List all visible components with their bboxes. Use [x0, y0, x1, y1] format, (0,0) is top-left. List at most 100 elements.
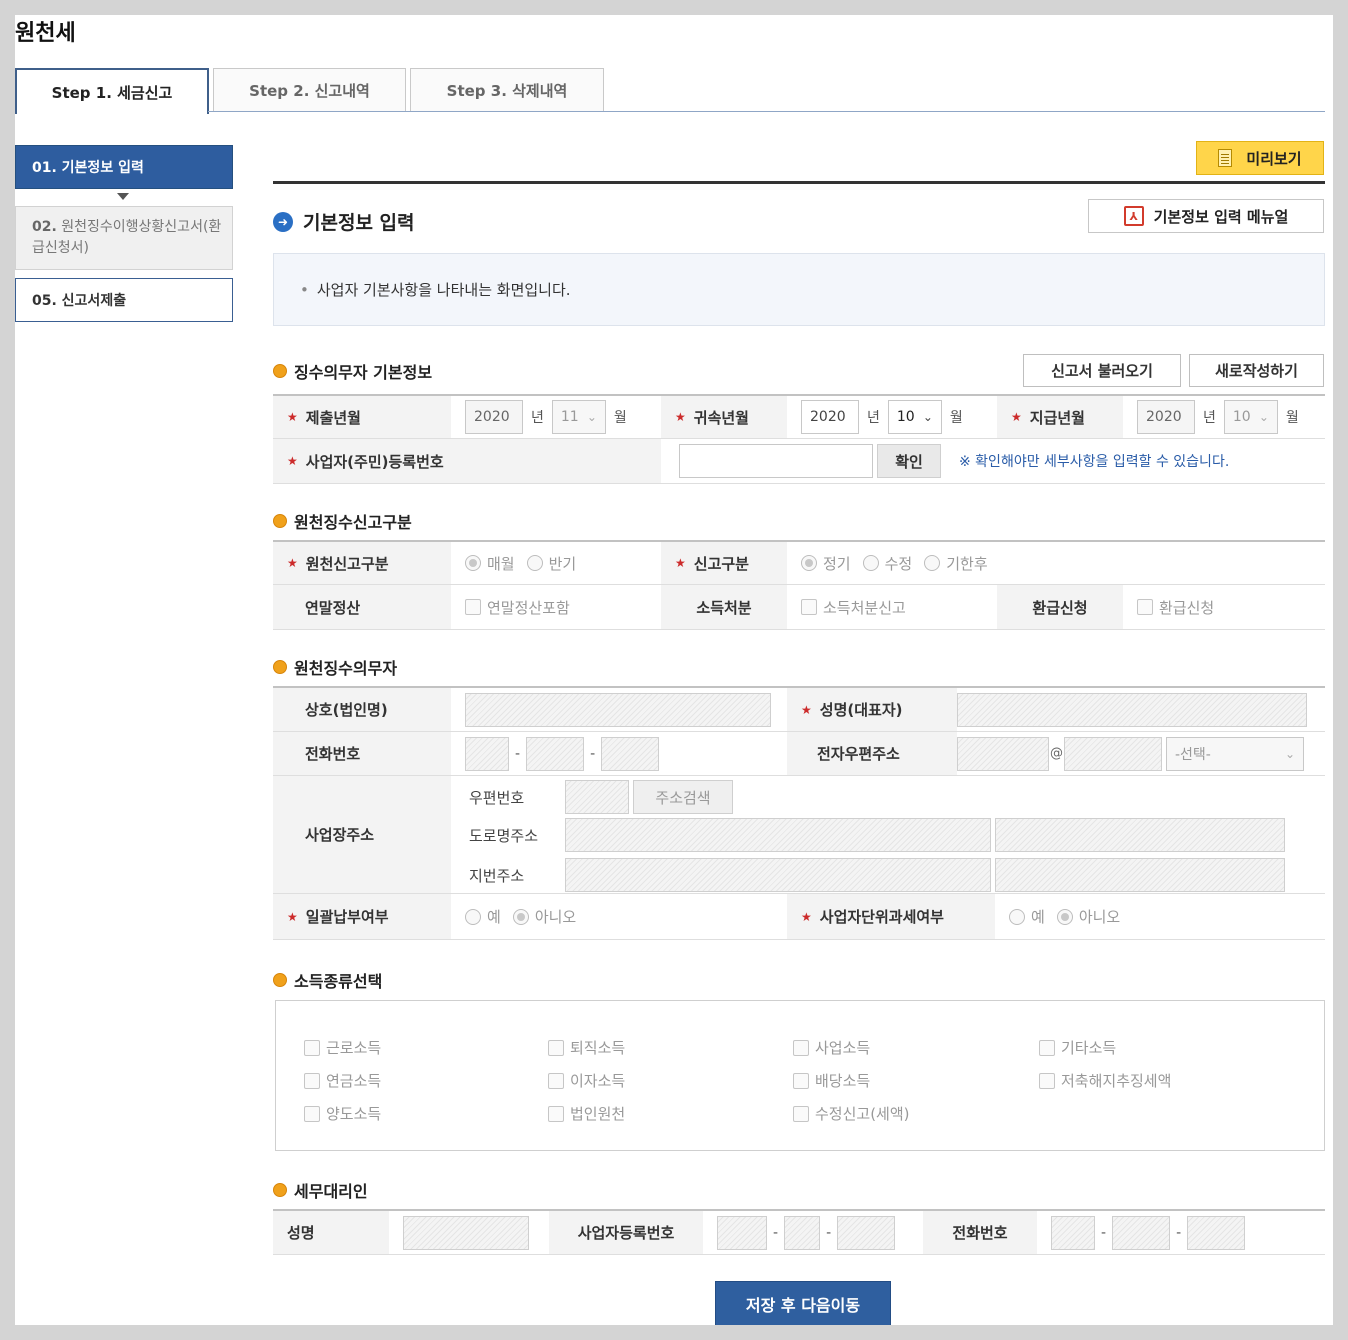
tax-agent-title-text: 세무대리인 [294, 1182, 368, 1201]
lot-addr1-input[interactable] [565, 858, 991, 892]
regular-radio[interactable]: 정기 [801, 553, 851, 574]
checkbox-icon [548, 1072, 564, 1089]
attrib-year-input[interactable]: 2020 [801, 400, 859, 434]
refund-checkbox[interactable]: 환급신청 [1137, 597, 1214, 618]
income-savings-checkbox[interactable]: 저축해지추징세액 [1039, 1070, 1171, 1091]
income-corporate-checkbox[interactable]: 법인원천 [548, 1103, 625, 1124]
step-basic-info[interactable]: 01. 기본정보 입력 [15, 145, 233, 189]
income-pension-checkbox[interactable]: 연금소득 [304, 1070, 381, 1091]
report-type-field: 매월 반기 [465, 542, 661, 584]
phone-part3-input[interactable] [601, 736, 660, 771]
lot-label: 지번주소 [469, 866, 525, 885]
unit-tax-label: ★ 사업자단위과세여부 [787, 894, 995, 939]
road-addr2-input[interactable] [995, 818, 1285, 852]
pay-label: ★ 지급년월 [997, 396, 1123, 438]
email-id-input[interactable] [957, 736, 1049, 771]
step-withholding-report[interactable]: 02. 원천징수이행상황신고서(환급신청서) [15, 206, 233, 270]
bizno-part1-input[interactable] [717, 1215, 767, 1250]
radio-icon [465, 908, 481, 925]
tax-agent-name-label: 성명 [273, 1211, 389, 1254]
road-label: 도로명주소 [469, 826, 539, 845]
report-kind-field: 정기 수정 기한후 [801, 542, 1201, 584]
agent-table: 상호(법인명) ★ 성명(대표자) 전화번호 - - 전자우편주소 @ -선택-… [273, 686, 1325, 942]
phone-part1-input[interactable] [465, 736, 509, 771]
agent-phone-part2-input[interactable] [1112, 1215, 1171, 1250]
manual-button[interactable]: ⅄ 기본정보 입력 메뉴얼 [1088, 199, 1324, 233]
income-dividend-checkbox[interactable]: 배당소득 [793, 1070, 870, 1091]
save-next-button[interactable]: 저장 후 다음이동 [715, 1281, 891, 1325]
zip-input[interactable] [565, 780, 629, 814]
agent-title-text: 원천징수의무자 [294, 659, 398, 678]
submit-year-input[interactable]: 2020 [465, 400, 523, 434]
rep-label: ★ 성명(대표자) [787, 688, 957, 731]
email-domain-select[interactable]: -선택- ⌄ [1166, 736, 1304, 771]
income-interest-checkbox[interactable]: 이자소득 [548, 1070, 625, 1091]
tax-agent-row: 성명 사업자등록번호 - - 전화번호 - - [273, 1211, 1325, 1255]
bulk-pay-label: ★ 일괄납부여부 [273, 894, 451, 939]
bulk-no-radio[interactable]: 아니오 [512, 906, 576, 927]
bizno-part3-input[interactable] [837, 1215, 896, 1250]
phone-part2-input[interactable] [526, 736, 585, 771]
step-arrow-icon [117, 193, 129, 200]
checkbox-icon [793, 1105, 809, 1122]
income-other-checkbox[interactable]: 기타소득 [1039, 1037, 1116, 1058]
load-report-button[interactable]: 신고서 불러오기 [1023, 354, 1181, 387]
income-amended-checkbox[interactable]: 수정신고(세액) [793, 1103, 910, 1124]
income-business-checkbox[interactable]: 사업소득 [793, 1037, 870, 1058]
checkbox-icon [304, 1072, 320, 1089]
tax-agent-title: 세무대리인 [273, 1178, 368, 1202]
income-labor-checkbox[interactable]: 근로소득 [304, 1037, 381, 1058]
tab-step3[interactable]: Step 3. 삭제내역 [410, 68, 604, 112]
bulk-yes-radio[interactable]: 예 [465, 906, 501, 927]
lot-addr2-input[interactable] [995, 858, 1285, 892]
pdf-icon: ⅄ [1123, 206, 1144, 226]
bullet-icon [273, 514, 287, 528]
email-domain-input[interactable] [1064, 736, 1162, 771]
step-submit[interactable]: 05. 신고서제출 [15, 278, 233, 322]
income-transfer-checkbox[interactable]: 양도소득 [304, 1103, 381, 1124]
attrib-field: 2020 년 10 ⌄ 월 [801, 396, 1001, 438]
pay-field: 2020 년 10 ⌄ 월 [1137, 396, 1325, 438]
road-addr1-input[interactable] [565, 818, 991, 852]
report-type-label: ★ 원천신고구분 [273, 542, 451, 584]
tax-agent-bizno-label: 사업자등록번호 [549, 1211, 703, 1254]
regno-row: ★ 사업자(주민)등록번호 확인 ※ 확인해야만 세부사항을 입력할 수 있습니다… [273, 439, 1325, 484]
submit-label: ★ 제출년월 [273, 396, 451, 438]
attrib-month-select[interactable]: 10 ⌄ [887, 400, 942, 434]
tab-step2[interactable]: Step 2. 신고내역 [213, 68, 406, 112]
phone-label: 전화번호 [273, 732, 451, 775]
monthly-radio[interactable]: 매월 [465, 553, 515, 574]
checkbox-icon [1039, 1039, 1055, 1056]
company-input[interactable] [465, 692, 771, 727]
yearend-checkbox[interactable]: 연말정산포함 [465, 597, 570, 618]
half-year-radio[interactable]: 반기 [526, 553, 576, 574]
regno-input[interactable] [679, 444, 873, 478]
tab-divider [208, 111, 1325, 112]
pay-year-input[interactable]: 2020 [1137, 400, 1195, 434]
tax-agent-name-input[interactable] [403, 1215, 529, 1250]
late-radio[interactable]: 기한후 [924, 553, 988, 574]
submit-month-select[interactable]: 11 ⌄ [551, 400, 606, 434]
tab-step1[interactable]: Step 1. 세금신고 [15, 68, 209, 114]
new-report-button[interactable]: 새로작성하기 [1189, 354, 1324, 387]
unit-yes-radio[interactable]: 예 [1009, 906, 1045, 927]
income-retirement-checkbox[interactable]: 퇴직소득 [548, 1037, 625, 1058]
amend-radio[interactable]: 수정 [862, 553, 912, 574]
step2-number: 02. [32, 219, 57, 235]
bizno-part2-input[interactable] [784, 1215, 821, 1250]
income-type-title: 소득종류선택 [273, 968, 382, 992]
address-search-button[interactable]: 주소검색 [633, 780, 733, 814]
preview-button[interactable]: 미리보기 [1196, 141, 1324, 175]
checkbox-icon [548, 1105, 564, 1122]
pay-month-select[interactable]: 10 ⌄ [1223, 400, 1278, 434]
rep-input[interactable] [957, 692, 1307, 727]
zip-label: 우편번호 [469, 788, 525, 807]
bullet-icon [273, 364, 287, 378]
agent-phone-part1-input[interactable] [1051, 1215, 1095, 1250]
bulk-pay-field: 예 아니오 [465, 894, 785, 939]
confirm-button[interactable]: 확인 [877, 444, 941, 478]
agent-phone-part3-input[interactable] [1187, 1215, 1246, 1250]
month-unit: 월 [1285, 410, 1299, 426]
unit-no-radio[interactable]: 아니오 [1056, 906, 1120, 927]
income-disposal-checkbox[interactable]: 소득처분신고 [801, 597, 906, 618]
